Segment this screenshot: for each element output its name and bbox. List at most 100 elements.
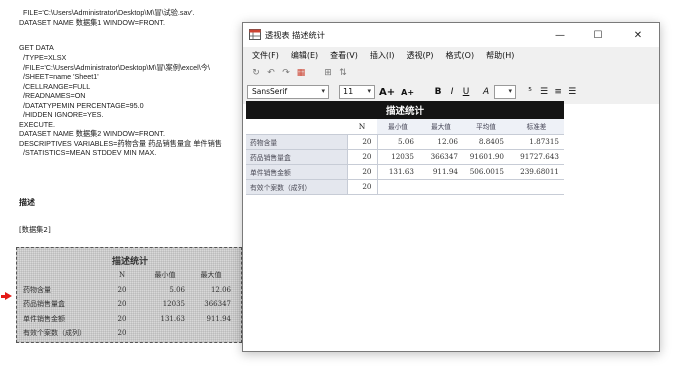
syntax-line: /TYPE=XLSX (19, 53, 67, 62)
syntax-line: /HIDDEN IGNORE=YES. (19, 110, 104, 119)
chevron-down-icon: ▾ (508, 87, 513, 95)
toolbar-format: SansSerif ▾ 11 ▾ A+ A+ B I U A ▾ ⁵ ☰ ≡ ☰ (243, 82, 659, 102)
syntax-line: /STATISTICS=MEAN STDDEV MIN MAX. (19, 148, 157, 157)
section-heading[interactable]: 描述 (19, 197, 35, 208)
redo-icon[interactable]: ↷ (279, 66, 293, 80)
table-row: 有效个案数（成列） 20 (246, 178, 564, 195)
menu-edit[interactable]: 编辑(E) (285, 50, 324, 61)
undo-icon[interactable]: ↶ (264, 66, 278, 80)
cell[interactable] (419, 178, 463, 195)
cell: 131.63 (160, 314, 186, 323)
row-label: 单件销售金额 (23, 314, 65, 323)
cell[interactable]: 20 (346, 148, 378, 164)
cell[interactable]: 506.0015 (463, 163, 509, 179)
menu-file[interactable]: 文件(F) (246, 50, 285, 61)
layers-icon[interactable]: ⊞ (321, 66, 335, 80)
cell[interactable] (377, 178, 419, 195)
row-label[interactable]: 有效个案数（成列） (246, 178, 347, 195)
cell[interactable]: 91601.90 (463, 148, 509, 164)
cell[interactable]: 12.06 (419, 133, 463, 149)
cell: 911.94 (206, 314, 232, 323)
cell[interactable]: 8.8405 (463, 133, 509, 149)
font-size-select[interactable]: 11 ▾ (339, 85, 375, 99)
column-header-std[interactable]: 标准差 (509, 119, 564, 134)
shrink-font-button[interactable]: A+ (399, 85, 416, 99)
align-left-icon[interactable]: ☰ (538, 85, 550, 99)
cell[interactable]: 5.06 (377, 133, 419, 149)
close-button[interactable]: ✕ (619, 23, 657, 47)
cell[interactable]: 131.63 (377, 163, 419, 179)
syntax-line: FILE='C:\Users\Administrator\Desktop\M\冒… (19, 8, 195, 17)
table-row: 单件销售金额 20 131.63 911.94 (20, 312, 234, 327)
cell: 20 (117, 300, 127, 309)
color-select[interactable]: ▾ (494, 85, 517, 99)
output-table-header-row: N 最小值 最大值 (20, 268, 234, 283)
syntax-line: /CELLRANGE=FULL (19, 81, 91, 91)
minimize-button[interactable]: — (541, 23, 579, 47)
syntax-line: DATASET NAME 数据集1 WINDOW=FRONT. (19, 17, 165, 27)
row-label: 药品销售量盒 (23, 300, 65, 309)
column-header: N (118, 271, 126, 280)
cell[interactable]: 1.87315 (509, 133, 564, 149)
cell: 366347 (204, 300, 231, 309)
pivot-table[interactable]: N 最小值 最大值 平均值 标准差 药物含量 20 5.06 12.06 8.8… (246, 119, 564, 195)
menu-format[interactable]: 格式(O) (440, 50, 481, 61)
chevron-down-icon: ▾ (321, 87, 325, 95)
cell[interactable]: 20 (346, 133, 378, 149)
align-right-icon[interactable]: ☰ (566, 85, 578, 99)
column-header-max[interactable]: 最大值 (419, 119, 463, 134)
underline-button[interactable]: U (460, 85, 472, 99)
cell[interactable]: 20 (346, 178, 378, 195)
grow-font-button[interactable]: A+ (377, 85, 397, 99)
syntax-line: GET DATA (19, 43, 54, 52)
superscript-icon[interactable]: ⁵ (524, 85, 536, 99)
cell: 20 (117, 329, 127, 338)
menu-pivot[interactable]: 透视(P) (400, 50, 439, 61)
menu-insert[interactable]: 插入(I) (364, 50, 401, 61)
pivoting-trays-icon[interactable]: ▦ (294, 66, 308, 80)
cell[interactable]: 12035 (377, 148, 419, 164)
toolbar-main: ↻ ↶ ↷ ▦ ⊞ ⇅ (243, 64, 659, 82)
column-header: 最大值 (200, 271, 222, 280)
row-label[interactable]: 药品销售量盒 (246, 148, 347, 164)
font-name-select[interactable]: SansSerif ▾ (247, 85, 329, 99)
row-label[interactable]: 药物含量 (246, 133, 347, 149)
text-color-button[interactable]: A (480, 85, 492, 99)
table-row: 药物含量 20 5.06 12.06 8.8405 1.87315 (246, 133, 564, 149)
syntax-line: /FILE='C:\Users\Administrator\Desktop\M\… (19, 62, 210, 72)
cell: 20 (117, 314, 127, 323)
column-header-min[interactable]: 最小值 (377, 119, 419, 134)
cell[interactable]: 20 (346, 163, 378, 179)
syntax-line: EXECUTE. (19, 119, 55, 129)
swap-axes-icon[interactable]: ⇅ (336, 66, 350, 80)
column-header-n[interactable]: N (347, 119, 377, 134)
title-bar[interactable]: 透视表 描述统计 — ☐ ✕ (243, 23, 659, 47)
italic-button[interactable]: I (446, 85, 458, 99)
column-header-mean[interactable]: 平均值 (463, 119, 509, 134)
cell: 12035 (162, 300, 185, 309)
dataset-label[interactable]: [数据集2] (19, 225, 51, 235)
pivot-title[interactable]: 描述统计 (246, 101, 564, 119)
refresh-icon[interactable]: ↻ (249, 66, 263, 80)
menu-view[interactable]: 查看(V) (324, 50, 364, 61)
cell[interactable]: 91727.643 (509, 148, 564, 164)
row-label: 药物含量 (23, 285, 51, 294)
cell[interactable] (509, 178, 564, 195)
cell[interactable]: 239.68011 (509, 163, 564, 179)
pivot-table-editor-window[interactable]: 透视表 描述统计 — ☐ ✕ 文件(F) 编辑(E) 查看(V) 插入(I) 透… (242, 22, 660, 352)
maximize-button[interactable]: ☐ (579, 23, 617, 47)
align-center-icon[interactable]: ≡ (552, 85, 564, 99)
table-row: 药品销售量盒 20 12035 366347 (20, 297, 234, 312)
row-label[interactable]: 单件销售金额 (246, 163, 347, 179)
cell[interactable] (463, 178, 509, 195)
cell[interactable]: 911.94 (419, 163, 463, 179)
pivot-header-row: N 最小值 最大值 平均值 标准差 (246, 119, 564, 134)
menu-help[interactable]: 帮助(H) (480, 50, 520, 61)
cell[interactable]: 366347 (419, 148, 463, 164)
window-title: 透视表 描述统计 (265, 30, 325, 40)
bold-button[interactable]: B (432, 85, 444, 99)
table-row: 有效个案数（成列） 20 (20, 326, 234, 341)
cell: 20 (117, 285, 127, 294)
menu-bar: 文件(F) 编辑(E) 查看(V) 插入(I) 透视(P) 格式(O) 帮助(H… (243, 47, 659, 64)
row-label: 有效个案数（成列） (23, 329, 86, 338)
